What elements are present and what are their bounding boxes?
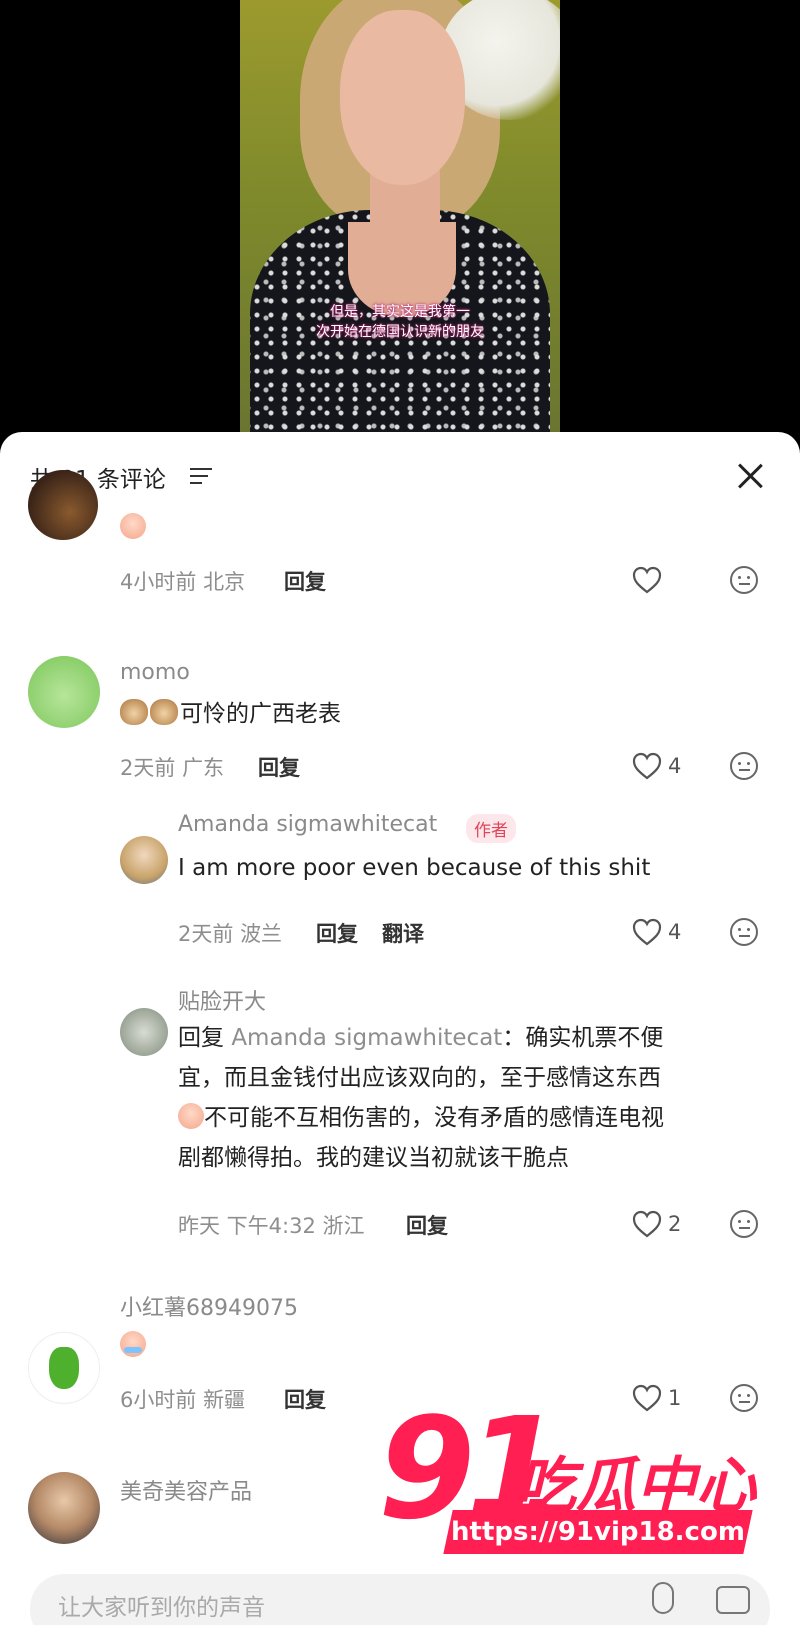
subtitle-line-2: 次开始在德国认识新的朋友 [316, 324, 484, 340]
reply-text-part: ：确实机票不便 [502, 1025, 664, 1051]
heart-icon [632, 566, 662, 594]
avatar[interactable] [28, 1332, 100, 1404]
like-count: 2 [668, 1212, 682, 1236]
reply-text: I am more poor even because of this shit [178, 855, 651, 881]
comment-username[interactable]: momo [120, 660, 190, 685]
comment-sheet-header: 共 91 条评论 [0, 432, 800, 512]
avatar[interactable] [120, 836, 168, 884]
grin-emoji-icon [178, 1103, 204, 1129]
reply-button[interactable]: 回复 [258, 752, 300, 782]
avatar[interactable] [28, 1472, 100, 1544]
like-button[interactable] [632, 564, 662, 596]
comment-meta: 4小时前 北京 [120, 566, 245, 596]
comment-input-placeholder: 让大家听到你的声音 [58, 1595, 265, 1621]
subtitle-line-1: 但是，其实这是我第一 [330, 304, 470, 320]
reply-text-line-3: 不可能不互相伤害的，没有矛盾的感情连电视 [178, 1098, 768, 1138]
reply-text-line-2: 宜，而且金钱付出应该双向的，至于感情这东西 [178, 1065, 661, 1091]
heart-icon [632, 752, 662, 780]
watermark-logo: 91 吃瓜中心 https://91vip18.com [378, 1395, 758, 1595]
comment-time: 6小时前 [120, 1388, 197, 1412]
reply-text-line-4: 剧都懒得拍。我的建议当初就该干脆点 [178, 1145, 569, 1171]
comment-location: 浙江 [322, 1214, 365, 1238]
avatar[interactable] [120, 1008, 168, 1056]
dog-emoji-icon [150, 699, 178, 725]
comment-username[interactable]: 小红薯68949075 [120, 1290, 298, 1322]
thumbs-up-emoji-icon [120, 513, 146, 539]
like-count: 4 [668, 754, 682, 778]
comment-time: 昨天 下午4:32 [178, 1214, 316, 1238]
reply-button[interactable]: 回复 [316, 918, 358, 948]
like-button[interactable]: 2 [632, 1208, 681, 1240]
comment-time: 4小时前 [120, 570, 197, 594]
avatar[interactable] [28, 656, 100, 728]
reply-text: 回复 Amanda sigmawhitecat：确实机票不便 宜，而且金钱付出应… [178, 1018, 768, 1178]
comment-emoji [120, 508, 146, 548]
emoji-reaction-icon[interactable] [730, 1210, 758, 1238]
reply-button[interactable]: 回复 [284, 566, 326, 596]
comment-meta: 6小时前 新疆 [120, 1384, 245, 1414]
like-count: 4 [668, 920, 682, 944]
emoji-reaction-icon[interactable] [730, 918, 758, 946]
reply-username[interactable]: 贴脸开大 [178, 984, 266, 1016]
watermark-url-text: https://91vip18.com [451, 1517, 745, 1547]
heart-icon [632, 918, 662, 946]
close-icon[interactable] [732, 458, 768, 494]
reply-button[interactable]: 回复 [406, 1210, 448, 1240]
like-button[interactable]: 4 [632, 916, 681, 948]
like-button[interactable]: 4 [632, 750, 681, 782]
video-player[interactable]: 但是，其实这是我第一 次开始在德国认识新的朋友 [0, 0, 800, 432]
video-frame: 但是，其实这是我第一 次开始在德国认识新的朋友 [240, 0, 560, 432]
comment-location: 新疆 [203, 1388, 246, 1412]
green-pepper-icon [49, 1347, 79, 1389]
reply-target-name[interactable]: Amanda sigmawhitecat [231, 1025, 502, 1051]
comment-location: 广东 [182, 756, 225, 780]
comment-time: 2天前 [120, 756, 176, 780]
reply-prefix: 回复 [178, 1025, 224, 1051]
comment-emoji [120, 1326, 146, 1366]
video-person-face [340, 10, 465, 185]
sort-filter-icon[interactable] [190, 468, 212, 486]
reply-username[interactable]: Amanda sigmawhitecat [178, 812, 437, 837]
comment-text-body: 可怜的广西老表 [180, 701, 341, 727]
translate-button[interactable]: 翻译 [382, 918, 424, 948]
watermark-url: https://91vip18.com [443, 1510, 753, 1554]
comment-username[interactable]: 美奇美容产品 [120, 1474, 252, 1506]
emoji-reaction-icon[interactable] [730, 566, 758, 594]
comment-meta: 2天前 广东 [120, 752, 224, 782]
crying-emoji-icon [120, 1331, 146, 1357]
comment-meta: 昨天 下午4:32 浙江 [178, 1210, 365, 1240]
author-badge: 作者 [466, 814, 516, 843]
comment-location: 北京 [203, 570, 246, 594]
comment-location: 波兰 [240, 922, 283, 946]
reply-text-line-1: 回复 Amanda sigmawhitecat：确实机票不便 [178, 1018, 768, 1058]
reply-button[interactable]: 回复 [284, 1384, 326, 1414]
dog-emoji-icon [120, 699, 148, 725]
comment-time: 2天前 [178, 922, 234, 946]
video-subtitle: 但是，其实这是我第一 次开始在德国认识新的朋友 [240, 302, 560, 342]
reply-text-part: 不可能不互相伤害的，没有矛盾的感情连电视 [204, 1105, 664, 1131]
avatar[interactable] [28, 470, 98, 540]
comment-meta: 2天前 波兰 [178, 918, 282, 948]
heart-icon [632, 1210, 662, 1238]
comment-text: 可怜的广西老表 [120, 694, 341, 734]
emoji-reaction-icon[interactable] [730, 752, 758, 780]
